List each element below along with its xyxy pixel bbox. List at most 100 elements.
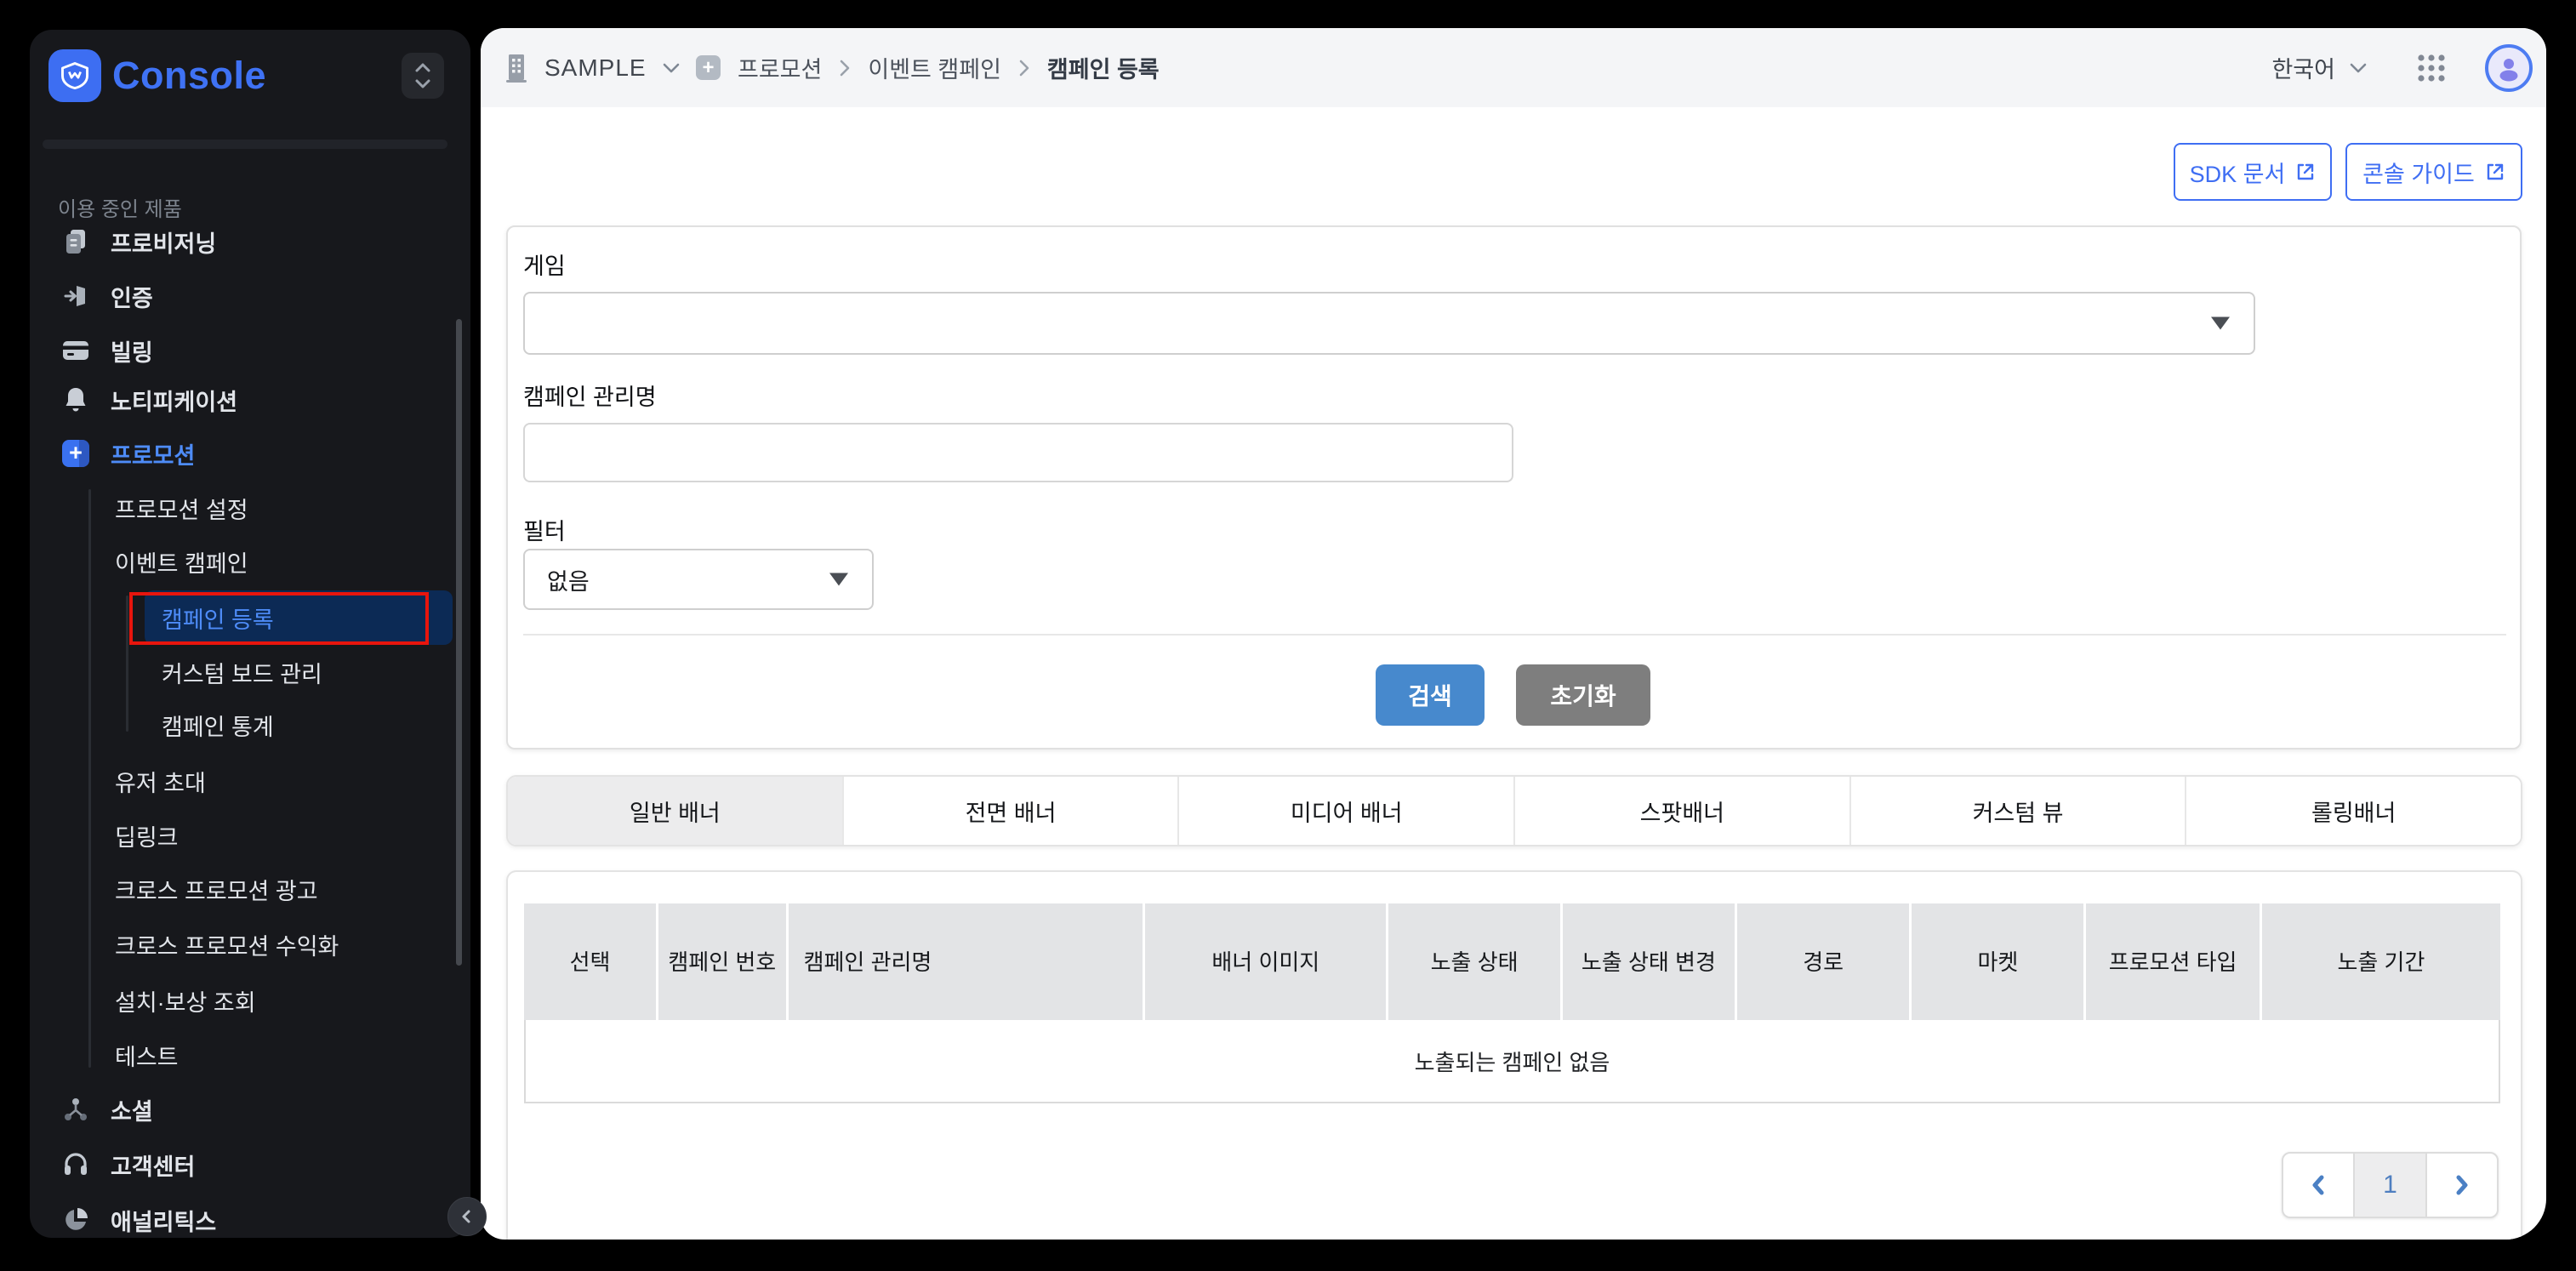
sidebar-item-label: 인증 — [111, 280, 153, 313]
sidebar-item-label: 유저 초대 — [115, 765, 206, 798]
sidebar-toggle-button[interactable] — [447, 1197, 487, 1236]
sidebar-item-notification[interactable]: 노티피케이션 — [30, 373, 502, 427]
reset-button[interactable]: 초기화 — [1516, 664, 1650, 726]
sidebar-item-label: 고객센터 — [111, 1148, 195, 1182]
sidebar-collapse-button[interactable] — [402, 53, 444, 99]
column-header: 선택 — [524, 903, 656, 1020]
building-icon — [504, 53, 529, 83]
user-avatar[interactable] — [2485, 44, 2533, 92]
campaign-name-input[interactable] — [523, 423, 1513, 482]
credit-card-icon — [61, 339, 90, 362]
sidebar: Console 이용 중인 제품 프로비저닝인증빌링노티피케이션+프로모션프로모… — [30, 30, 470, 1238]
sidebar-item-cross-promo-ad[interactable]: 크로스 프로모션 광고 — [30, 862, 556, 916]
plus-square-icon: + — [62, 440, 89, 467]
sidebar-item-label: 테스트 — [115, 1039, 179, 1072]
prev-page-button[interactable] — [2283, 1154, 2353, 1217]
breadcrumb-separator-icon — [839, 59, 851, 77]
breadcrumb: + 프로모션 이벤트 캠페인 캠페인 등록 — [696, 28, 1160, 107]
sidebar-item-install-reward[interactable]: 설치·보상 조회 — [30, 973, 556, 1028]
column-header: 배너 이미지 — [1145, 903, 1386, 1020]
search-filter-card: 게임 캠페인 관리명 필터 없음 검색 초기화 — [506, 225, 2522, 749]
tab-spot-banner[interactable]: 스팟배너 — [1513, 777, 1849, 845]
chevron-left-icon — [459, 1209, 475, 1224]
column-header: 프로모션 타입 — [2086, 903, 2260, 1020]
pagination: 1 — [2282, 1152, 2499, 1218]
sidebar-item-label: 프로모션 — [111, 437, 195, 470]
console-guide-button[interactable]: 콘솔 가이드 — [2345, 143, 2522, 201]
sidebar-item-billing[interactable]: 빌링 — [30, 323, 502, 378]
promotion-badge-icon: + — [696, 55, 721, 80]
console-logo-icon — [48, 49, 101, 102]
sidebar-item-auth[interactable]: 인증 — [30, 269, 502, 323]
filter-select[interactable]: 없음 — [523, 549, 874, 610]
sidebar-item-label: 딥링크 — [115, 819, 179, 852]
column-header: 노출 상태 변경 — [1563, 903, 1735, 1020]
sidebar-item-social[interactable]: 소셜 — [30, 1082, 502, 1137]
column-header: 노출 기간 — [2262, 903, 2500, 1020]
tab-custom-view[interactable]: 커스텀 뷰 — [1849, 777, 2186, 845]
column-header: 캠페인 번호 — [658, 903, 786, 1020]
sidebar-item-promotion-settings[interactable]: 프로모션 설정 — [30, 481, 556, 535]
column-header: 마켓 — [1912, 903, 2083, 1020]
chevron-right-icon — [2451, 1172, 2473, 1198]
tab-rolling-banner[interactable]: 롤링배너 — [2185, 777, 2521, 845]
sidebar-item-label: 소셜 — [111, 1093, 153, 1126]
share-icon — [61, 1096, 90, 1123]
sidebar-item-user-invite[interactable]: 유저 초대 — [30, 754, 556, 808]
sidebar-item-label: 애널리틱스 — [111, 1204, 216, 1237]
breadcrumb-item[interactable]: 이벤트 캠페인 — [868, 51, 1001, 84]
tab-media-banner[interactable]: 미디어 배너 — [1177, 777, 1513, 845]
sidebar-item-provisioning[interactable]: 프로비저닝 — [30, 214, 502, 269]
table-header-row: 선택캠페인 번호캠페인 관리명배너 이미지노출 상태노출 상태 변경경로마켓프로… — [524, 903, 2500, 1020]
external-link-icon — [2295, 162, 2316, 182]
campaign-name-label: 캠페인 관리명 — [523, 379, 657, 412]
sidebar-item-cs-center[interactable]: 고객센터 — [30, 1137, 502, 1192]
sdk-docs-button[interactable]: SDK 문서 — [2174, 143, 2332, 201]
table-empty-row: 노출되는 캠페인 없음 — [524, 1020, 2500, 1103]
game-label: 게임 — [523, 248, 566, 281]
next-page-button[interactable] — [2425, 1154, 2497, 1217]
apps-grid-button[interactable] — [2415, 52, 2448, 84]
tab-normal-banner[interactable]: 일반 배너 — [508, 777, 842, 845]
sidebar-divider — [43, 140, 447, 149]
apps-grid-icon — [2415, 52, 2448, 84]
search-button[interactable]: 검색 — [1376, 664, 1485, 726]
banner-type-tabs: 일반 배너전면 배너미디어 배너스팟배너커스텀 뷰롤링배너 — [506, 775, 2522, 846]
sidebar-scrollbar[interactable] — [456, 319, 462, 966]
breadcrumb-separator-icon — [1018, 59, 1030, 77]
campaign-table-card: 선택캠페인 번호캠페인 관리명배너 이미지노출 상태노출 상태 변경경로마켓프로… — [506, 870, 2522, 1240]
topbar: SAMPLE + 프로모션 이벤트 캠페인 캠페인 등록 한국어 — [481, 28, 2546, 107]
console-logo-text: Console — [112, 49, 266, 102]
sidebar-item-deeplink[interactable]: 딥링크 — [30, 808, 556, 863]
sidebar-item-promotion[interactable]: + 프로모션 — [30, 426, 502, 481]
column-header: 노출 상태 — [1388, 903, 1560, 1020]
sidebar-item-label: 크로스 프로모션 광고 — [115, 873, 318, 906]
sidebar-item-cross-promo-revenue[interactable]: 크로스 프로모션 수익화 — [30, 917, 556, 972]
language-selector[interactable]: 한국어 — [2271, 51, 2368, 84]
documents-icon — [61, 227, 90, 256]
chevron-down-icon — [662, 62, 681, 74]
headset-icon — [61, 1151, 90, 1178]
game-select[interactable] — [523, 292, 2255, 355]
project-switcher[interactable]: SAMPLE — [504, 28, 681, 107]
sidebar-item-label: 프로모션 설정 — [115, 492, 248, 525]
breadcrumb-item[interactable]: 캠페인 등록 — [1047, 51, 1160, 84]
chevrons-up-down-icon — [412, 59, 434, 93]
language-label: 한국어 — [2271, 51, 2335, 84]
sidebar-item-event-campaign[interactable]: 이벤트 캠페인 — [30, 534, 556, 589]
plus-square-icon: + — [61, 440, 90, 467]
project-name: SAMPLE — [544, 54, 647, 82]
filter-label: 필터 — [523, 513, 566, 546]
empty-message: 노출되는 캠페인 없음 — [1415, 1046, 1610, 1077]
sidebar-item-label: 이벤트 캠페인 — [115, 545, 248, 579]
sidebar-item-test[interactable]: 테스트 — [30, 1028, 556, 1082]
tab-front-banner[interactable]: 전면 배너 — [842, 777, 1178, 845]
sidebar-item-analytics[interactable]: 애널리틱스 — [30, 1193, 502, 1247]
dropdown-arrow-icon — [2211, 317, 2230, 330]
chevron-down-icon — [2349, 62, 2368, 74]
breadcrumb-item[interactable]: 프로모션 — [738, 51, 822, 84]
chevron-left-icon — [2307, 1172, 2329, 1198]
current-page[interactable]: 1 — [2353, 1154, 2425, 1217]
column-header: 경로 — [1737, 903, 1910, 1020]
dropdown-arrow-icon — [829, 573, 848, 586]
